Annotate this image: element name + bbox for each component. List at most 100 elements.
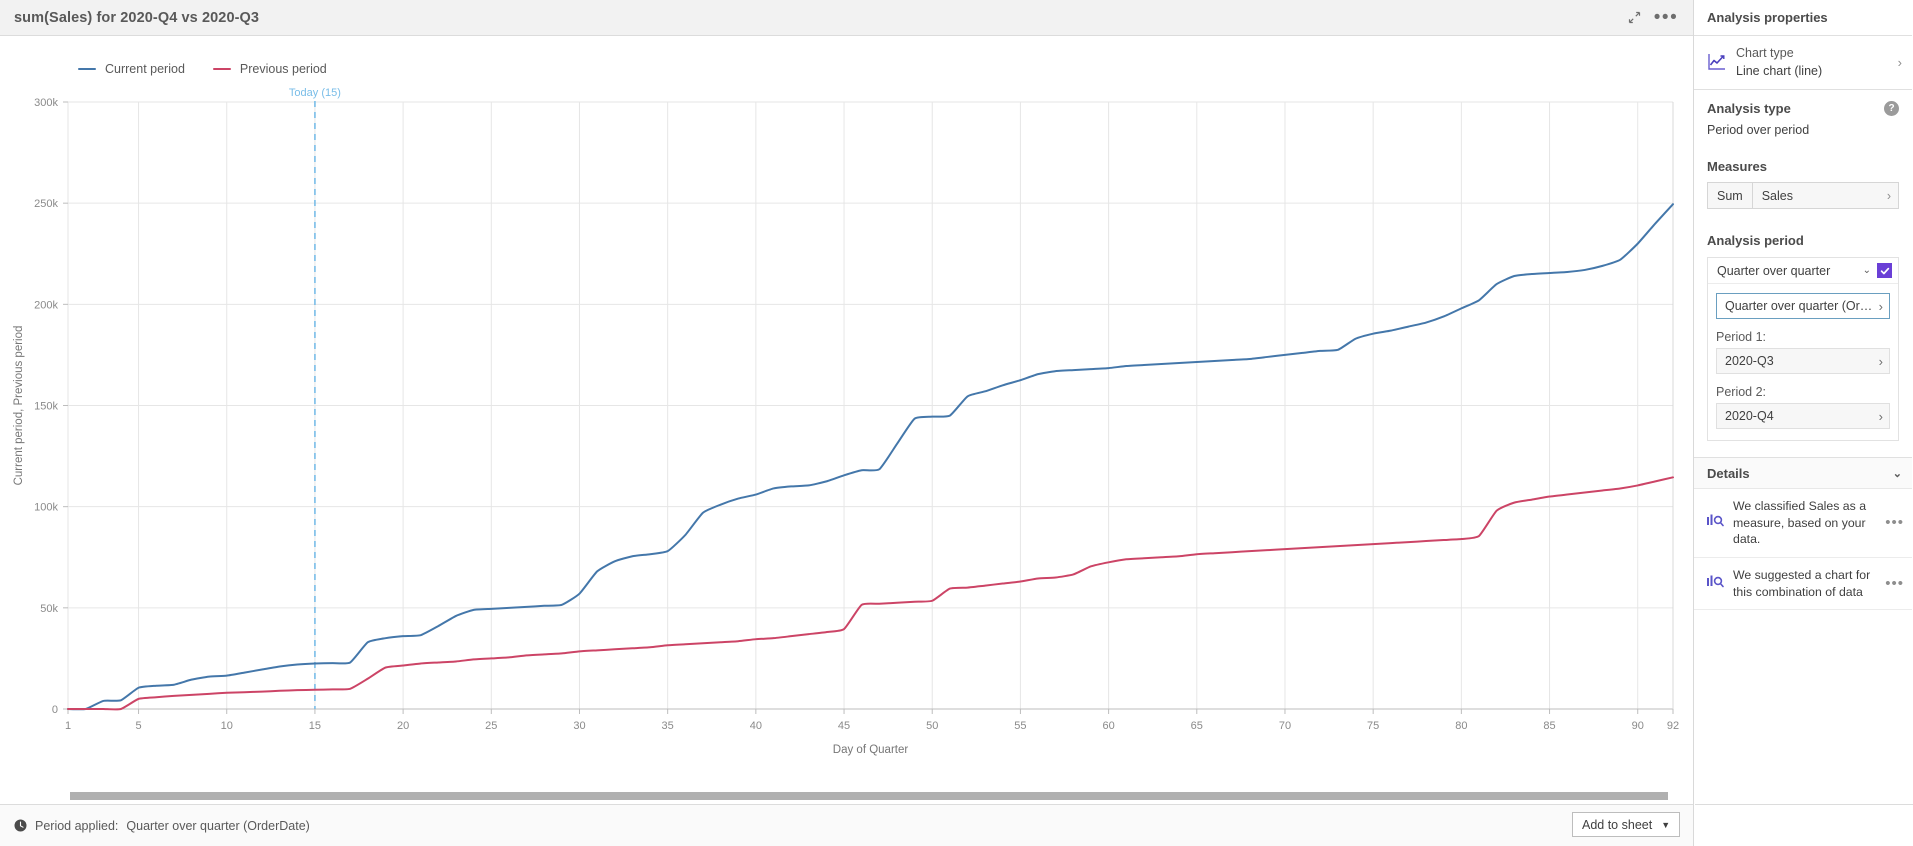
svg-text:30: 30 [573,720,585,732]
detail-menu-icon[interactable]: ••• [1885,515,1904,530]
svg-text:55: 55 [1014,720,1026,732]
svg-text:5: 5 [135,720,141,732]
chart-type-label: Chart type [1736,46,1794,60]
chevron-right-icon: › [1878,408,1883,424]
svg-text:45: 45 [838,720,850,732]
svg-text:Day of Quarter: Day of Quarter [833,744,909,756]
svg-text:90: 90 [1632,720,1644,732]
chevron-down-icon: ⌄ [1862,265,1871,277]
svg-text:50: 50 [926,720,938,732]
svg-text:300k: 300k [34,97,58,109]
period-details: Quarter over quarter (Order… › Period 1:… [1708,284,1898,440]
svg-text:60: 60 [1102,720,1114,732]
svg-text:Current period, Previous perio: Current period, Previous period [13,326,25,486]
collapse-arrows-icon[interactable] [1621,5,1647,31]
svg-text:0: 0 [52,704,58,716]
analysis-type-title-row: Analysis type ? [1707,101,1899,117]
app-root: sum(Sales) for 2020-Q4 vs 2020-Q3 ••• Cu… [0,0,1913,846]
period1-value: 2020-Q3 [1725,354,1774,369]
insight-icon [1707,575,1724,593]
period-definition-label: Quarter over quarter (Order… [1725,299,1875,314]
svg-text:85: 85 [1543,720,1555,732]
scrollbar-thumb[interactable] [70,792,1668,800]
analysis-type-value: Period over period [1707,123,1810,138]
detail-text: We suggested a chart for this combinatio… [1733,568,1871,599]
svg-text:50k: 50k [40,603,58,615]
svg-text:35: 35 [662,720,674,732]
line-chart-icon [1707,52,1727,72]
status-value: Quarter over quarter (OrderDate) [126,818,310,833]
add-to-sheet-label: Add to sheet [1582,817,1653,832]
chevron-right-icon: › [1878,353,1883,369]
period2-value: 2020-Q4 [1725,409,1774,424]
add-to-sheet-bar: Add to sheet ▼ [1572,804,1913,846]
svg-text:200k: 200k [34,299,58,311]
period-type-value: Quarter over quarter [1717,263,1831,278]
legend-item-current-period[interactable]: Current period [78,62,185,76]
analysis-type-section: Analysis type ? Period over period [1694,90,1912,137]
chevron-right-icon: › [1897,54,1902,70]
legend-swatch-current [78,67,96,71]
insight-icon [1707,514,1724,532]
measures-section: Measures Sum Sales › [1694,137,1912,210]
analysis-period-section: Analysis period Quarter over quarter ⌄ Q… [1694,209,1912,442]
measure-aggregation: Sum [1708,183,1753,209]
legend-swatch-previous [212,67,231,71]
svg-text:80: 80 [1455,720,1467,732]
line-chart-svg[interactable]: 050k100k150k200k250k300k1 5 10 15 20 25 30 35 40… [0,80,1694,780]
svg-text:1: 1 [65,720,71,732]
more-dots: ••• [1653,6,1679,28]
panel-title: Analysis properties [1694,0,1912,36]
chevron-right-icon: › [1886,188,1891,203]
svg-text:70: 70 [1279,720,1291,732]
period-type-row: Quarter over quarter ⌄ [1708,258,1898,285]
legend-label-current: Current period [105,62,185,76]
page-title: sum(Sales) for 2020-Q4 vs 2020-Q3 [14,9,260,26]
details-section-header[interactable]: Details ⌄ [1694,457,1912,490]
status-bar: Period applied: Quarter over quarter (Or… [0,804,1693,846]
analysis-period-card: Quarter over quarter ⌄ Quarter over quar… [1707,257,1899,442]
svg-text:250k: 250k [34,198,58,210]
horizontal-scrollbar[interactable] [0,788,1693,804]
more-options-icon[interactable]: ••• [1653,5,1679,31]
svg-text:20: 20 [397,720,409,732]
status-label: Period applied: [35,818,119,833]
detail-item[interactable]: We suggested a chart for this combinatio… [1694,558,1912,611]
period2-select[interactable]: 2020-Q4 › [1716,403,1890,430]
scrollbar-track[interactable] [70,792,1668,800]
svg-text:150k: 150k [34,401,58,413]
analysis-properties-panel: Analysis properties Chart type Line char… [1572,0,1913,846]
period1-label: Period 1: [1716,330,1767,345]
period1-select[interactable]: 2020-Q3 › [1716,348,1890,375]
period-enabled-checkbox[interactable] [1877,263,1892,279]
period2-label: Period 2: [1716,385,1767,400]
detail-item[interactable]: We classified Sales as a measure, based … [1694,489,1912,559]
svg-text:15: 15 [309,720,321,732]
svg-text:25: 25 [485,720,497,732]
clock-icon [14,819,27,832]
measures-title: Measures [1707,159,1767,175]
svg-text:100k: 100k [34,502,58,514]
chart-type-texts: Chart type Line chart (line) [1736,44,1885,80]
details-title: Details [1707,465,1750,481]
chart-type-value: Line chart (line) [1736,64,1823,79]
period-definition-button[interactable]: Quarter over quarter (Order… › [1716,293,1890,320]
svg-text:Today (15): Today (15) [289,87,341,99]
legend-label-previous: Previous period [239,62,327,76]
legend-item-previous-period[interactable]: Previous period [212,62,327,76]
add-to-sheet-button[interactable]: Add to sheet ▼ [1572,812,1681,837]
chevron-right-icon: › [1878,298,1883,314]
chevron-down-icon: ⌄ [1892,467,1902,480]
chart-canvas[interactable]: 0 50k 100k 150k 200k 250k 300k 1 5 10 15 20 25 30 35 40… [0,80,1693,788]
chevron-down-icon: ▼ [1661,819,1671,830]
svg-text:65: 65 [1191,720,1203,732]
detail-text: We classified Sales as a measure, based … [1733,499,1867,547]
measure-field: Sales [1761,188,1793,203]
period-type-dropdown[interactable]: Quarter over quarter ⌄ [1717,264,1877,278]
measure-sales-row[interactable]: Sum Sales › [1707,182,1899,210]
chart-panel: sum(Sales) for 2020-Q4 vs 2020-Q3 ••• Cu… [0,0,1694,846]
detail-menu-icon[interactable]: ••• [1885,576,1904,591]
chart-type-row[interactable]: Chart type Line chart (line) › [1694,36,1912,91]
svg-text:10: 10 [221,720,233,732]
help-icon[interactable]: ? [1884,101,1899,117]
